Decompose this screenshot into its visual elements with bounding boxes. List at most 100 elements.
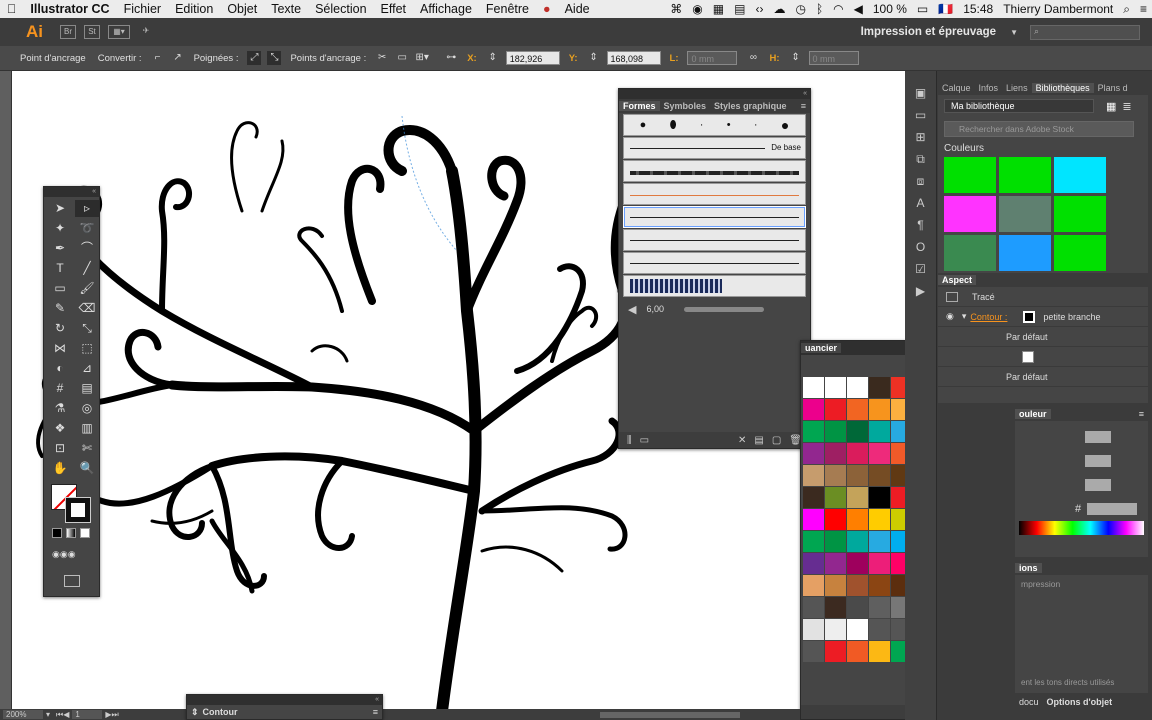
brush-row-swirl-1[interactable]: [623, 206, 806, 228]
spotlight-icon[interactable]: ⌕: [1118, 2, 1135, 17]
direct-selection-tool-icon[interactable]: ▹: [75, 200, 99, 217]
rotate-tool-icon[interactable]: ↻: [48, 320, 72, 337]
color-spectrum[interactable]: [1019, 521, 1144, 535]
first-page-icon[interactable]: ⏮: [56, 710, 63, 720]
swatch[interactable]: [825, 531, 846, 552]
screen-mode-icon[interactable]: [64, 575, 80, 587]
swatch[interactable]: [825, 553, 846, 574]
transform-icon[interactable]: ⊶: [444, 51, 458, 65]
perspective-grid-tool-icon[interactable]: ⊿: [75, 360, 99, 377]
drawing-mode-icon[interactable]: ◉◉◉: [52, 546, 76, 563]
type-tool-icon[interactable]: T: [48, 260, 72, 277]
remove-anchor-icon[interactable]: ✂: [375, 51, 389, 65]
library-select[interactable]: Ma bibliothèque: [944, 99, 1094, 113]
hex-field[interactable]: [1087, 503, 1138, 515]
scale-tool-icon[interactable]: ⤡: [75, 320, 99, 337]
stroke-swatch[interactable]: [65, 497, 91, 523]
brush-options-icon[interactable]: ▤: [754, 435, 763, 446]
color-slider-2[interactable]: [1085, 455, 1111, 467]
menu-aide[interactable]: Aide: [558, 2, 597, 16]
brush-row-calligraphic[interactable]: ● ⬮ · • · ●: [623, 114, 806, 136]
color-mode-icon[interactable]: [52, 528, 62, 538]
rectangle-tool-icon[interactable]: ▭: [48, 280, 72, 297]
hand-tool-icon[interactable]: ✋: [48, 460, 72, 477]
toolbox-header[interactable]: «: [44, 187, 99, 197]
visibility-eye-icon[interactable]: ◉: [946, 311, 954, 322]
swatch[interactable]: [825, 641, 846, 662]
tab-styles-graphiques[interactable]: Styles graphique: [710, 101, 791, 111]
dock-align-icon[interactable]: ⊞: [913, 129, 929, 145]
zoom-dropdown-icon[interactable]: ▾: [46, 710, 50, 719]
clock[interactable]: 15:48: [958, 2, 998, 16]
expand-icon[interactable]: ▾: [962, 311, 967, 322]
dock-pathfinder-icon[interactable]: ⧉: [913, 151, 929, 167]
swatch[interactable]: [847, 487, 868, 508]
none-mode-icon[interactable]: [80, 528, 90, 538]
library-color-swatch[interactable]: [1054, 196, 1106, 232]
artboard-tool-icon[interactable]: ⊡: [48, 440, 72, 457]
library-color-swatch[interactable]: [944, 235, 996, 271]
swatch[interactable]: [869, 531, 890, 552]
align-options-icon[interactable]: ⊞▾: [415, 51, 429, 65]
swatch[interactable]: [803, 597, 824, 618]
tab-plans[interactable]: Plans d: [1094, 83, 1132, 93]
dock-attributes-icon[interactable]: ☑: [913, 261, 929, 277]
tray-arrows-icon[interactable]: ‹›: [750, 2, 768, 16]
stock-search-input[interactable]: Rechercher dans Adobe Stock: [944, 121, 1134, 137]
convert-smooth-icon[interactable]: ↗: [171, 51, 185, 65]
brush-dot-angled[interactable]: •: [727, 119, 731, 131]
strawberry-icon[interactable]: ●: [536, 2, 558, 16]
brush-row-pattern[interactable]: [623, 275, 806, 297]
apple-menu-icon[interactable]: : [0, 2, 23, 16]
swatch[interactable]: [869, 575, 890, 596]
w-field[interactable]: 0 mm: [687, 51, 738, 65]
bridge-button[interactable]: Br: [60, 25, 76, 39]
tab-contour[interactable]: Contour: [203, 707, 238, 717]
swatch[interactable]: [869, 597, 890, 618]
library-color-swatch[interactable]: [1054, 235, 1106, 271]
x-field[interactable]: 182,926 mm: [505, 51, 560, 78]
stroke-label[interactable]: Contour :: [970, 312, 1007, 322]
swatch[interactable]: [847, 641, 868, 662]
eyedropper-tool-icon[interactable]: ⚗: [48, 400, 72, 417]
tab-document[interactable]: docu: [1019, 697, 1039, 707]
swatch[interactable]: [825, 575, 846, 596]
column-graph-tool-icon[interactable]: ▥: [75, 420, 99, 437]
tab-nuancier[interactable]: uancier: [801, 343, 842, 353]
symbol-sprayer-tool-icon[interactable]: ❖: [48, 420, 72, 437]
appearance-path-row[interactable]: Tracé: [938, 287, 1148, 307]
link-proportions-icon[interactable]: ∞: [746, 51, 760, 65]
brush-dot-tiny[interactable]: ·: [700, 119, 704, 131]
swatch[interactable]: [825, 399, 846, 420]
menu-texte[interactable]: Texte: [264, 2, 308, 16]
tab-object-options[interactable]: Options d'objet: [1047, 697, 1113, 707]
dock-character-icon[interactable]: A: [913, 195, 929, 211]
eraser-tool-icon[interactable]: ⌫: [75, 300, 99, 317]
tab-couleur[interactable]: ouleur: [1015, 409, 1051, 419]
swatch[interactable]: [803, 421, 824, 442]
tab-aspect[interactable]: Aspect: [938, 275, 977, 285]
convert-corner-icon[interactable]: ⌐: [151, 51, 165, 65]
tray-volume-icon[interactable]: ◀: [849, 2, 868, 16]
library-color-swatch[interactable]: [1054, 157, 1106, 193]
swatch[interactable]: [847, 531, 868, 552]
blend-tool-icon[interactable]: ◎: [75, 400, 99, 417]
swatch[interactable]: [869, 487, 890, 508]
horizontal-scrollbar[interactable]: [600, 711, 740, 718]
appearance-opacity-row[interactable]: Par défaut: [938, 327, 1148, 347]
share-icon[interactable]: ✈: [138, 25, 154, 39]
dock-paragraph-icon[interactable]: ¶: [913, 217, 929, 233]
menu-edition[interactable]: Edition: [168, 2, 220, 16]
gradient-mode-icon[interactable]: [66, 528, 76, 538]
swatch[interactable]: [803, 619, 824, 640]
width-tool-icon[interactable]: ⋈: [48, 340, 72, 357]
fill-stroke-control[interactable]: [48, 482, 95, 524]
dock-opentype-icon[interactable]: O: [913, 239, 929, 255]
workspace-switcher[interactable]: Impression et épreuvage: [861, 26, 997, 38]
swatch[interactable]: [869, 377, 890, 398]
stock-button[interactable]: St: [84, 25, 100, 39]
brush-size-value[interactable]: 6,00: [646, 304, 664, 314]
tab-symboles[interactable]: Symboles: [660, 101, 711, 111]
library-color-swatch[interactable]: [999, 235, 1051, 271]
swatch[interactable]: [847, 377, 868, 398]
